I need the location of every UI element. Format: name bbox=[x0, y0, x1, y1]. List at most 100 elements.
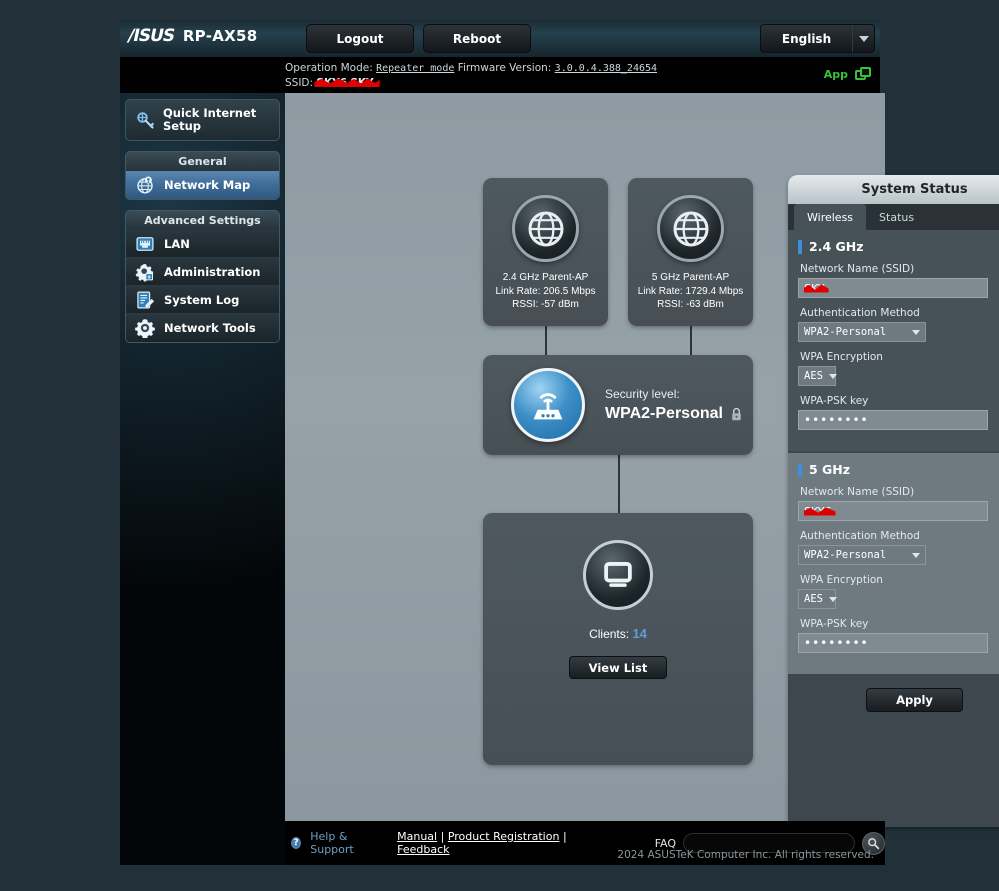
operation-mode-value[interactable]: Repeater mode bbox=[376, 63, 454, 74]
logout-button[interactable]: Logout bbox=[306, 24, 414, 53]
node-clients[interactable]: Clients: 14 View List bbox=[483, 513, 753, 765]
sidebar-item-label: Network Map bbox=[164, 178, 250, 192]
enc-5-label: WPA Encryption bbox=[800, 574, 999, 586]
separator: | bbox=[563, 830, 567, 843]
chevron-down-icon bbox=[829, 374, 837, 379]
security-level-value: WPA2-Personal bbox=[605, 405, 723, 423]
wire-ap5-router bbox=[690, 326, 692, 356]
sidebar-group-advanced-label: Advanced Settings bbox=[125, 210, 280, 230]
sidebar-item-label: Network Tools bbox=[164, 321, 256, 335]
sidebar-item-label: Administration bbox=[164, 265, 261, 279]
system-log-icon bbox=[135, 290, 155, 310]
auth-method-24-select[interactable]: WPA2-Personal bbox=[798, 322, 926, 342]
band-block-24ghz: 2.4 GHz Network Name (SSID) SKY Authenti… bbox=[788, 230, 999, 451]
lock-icon bbox=[730, 407, 743, 422]
sidebar-item-network-tools[interactable]: Network Tools bbox=[126, 314, 279, 342]
quick-setup-label: Quick Internet Setup bbox=[163, 107, 279, 133]
ssid-24-input[interactable]: SKY bbox=[798, 278, 988, 298]
clients-label: Clients: bbox=[589, 627, 629, 641]
sidebar-item-label: System Log bbox=[164, 293, 239, 307]
reboot-button[interactable]: Reboot bbox=[423, 24, 531, 53]
wpa-psk-24-value: •••••••• bbox=[804, 413, 869, 427]
router-security-info: Security level: WPA2-Personal bbox=[605, 387, 743, 423]
client-icon-wrap bbox=[583, 540, 653, 610]
ssid-24-value: SKY bbox=[804, 282, 825, 295]
apply-button[interactable]: Apply bbox=[866, 688, 963, 712]
manual-link[interactable]: Manual bbox=[397, 830, 437, 843]
sidebar-item-quick-internet-setup[interactable]: Quick Internet Setup bbox=[125, 99, 280, 141]
tab-wireless[interactable]: Wireless bbox=[794, 204, 866, 230]
lan-icon bbox=[135, 234, 155, 254]
globe-icon-wrap bbox=[657, 195, 724, 262]
operation-mode-label: Operation Mode: bbox=[285, 62, 373, 74]
sidebar-item-administration[interactable]: Administration bbox=[126, 258, 279, 286]
ap5-rssi: RSSI: -63 dBm bbox=[638, 298, 744, 312]
wpa-psk-5-value: •••••••• bbox=[804, 636, 869, 650]
app-shortcut[interactable]: App bbox=[824, 67, 872, 82]
sidebar-group-general: General Network Map bbox=[125, 151, 280, 200]
band-block-5ghz: 5 GHz Network Name (SSID) SKY6 Authentic… bbox=[788, 453, 999, 674]
wpa-psk-5-input[interactable]: •••••••• bbox=[798, 633, 988, 653]
band-accent-bar bbox=[798, 240, 802, 254]
language-select[interactable]: English bbox=[760, 24, 875, 53]
search-icon bbox=[867, 837, 880, 850]
chevron-down-icon bbox=[829, 597, 837, 602]
feedback-link[interactable]: Feedback bbox=[397, 843, 449, 856]
content-body: Quick Internet Setup General bbox=[120, 93, 880, 865]
wpa-psk-24-input[interactable]: •••••••• bbox=[798, 410, 988, 430]
firmware-version-value[interactable]: 3.0.0.4.388_24654 bbox=[555, 63, 657, 74]
monitor-icon bbox=[599, 556, 637, 594]
band-24ghz-name: 2.4 GHz bbox=[809, 239, 864, 254]
system-status-body: 2.4 GHz Network Name (SSID) SKY Authenti… bbox=[788, 230, 999, 712]
security-level-label: Security level: bbox=[605, 387, 743, 401]
system-status-title: System Status bbox=[788, 175, 999, 204]
auth-method-5-select[interactable]: WPA2-Personal bbox=[798, 545, 926, 565]
sidebar-group-general-label: General bbox=[125, 151, 280, 171]
sidebar-item-system-log[interactable]: System Log bbox=[126, 286, 279, 314]
tab-status[interactable]: Status bbox=[866, 204, 927, 230]
ssid-label: SSID: bbox=[285, 77, 313, 89]
ap5-title: 5 GHz Parent-AP bbox=[638, 271, 744, 285]
copyright-text: 2024 ASUSTeK Computer Inc. All rights re… bbox=[617, 849, 874, 861]
auth-method-5-value: WPA2-Personal bbox=[804, 549, 886, 561]
band-accent-bar bbox=[798, 463, 802, 477]
psk-5-label: WPA-PSK key bbox=[800, 618, 999, 630]
auth-5-label: Authentication Method bbox=[800, 530, 999, 542]
ssid-5-label: Network Name (SSID) bbox=[800, 486, 999, 498]
node-router[interactable]: Security level: WPA2-Personal bbox=[483, 355, 753, 455]
ap5-link-rate: Link Rate: 1729.4 Mbps bbox=[638, 285, 744, 299]
wire-router-clients bbox=[618, 455, 620, 513]
sidebar-item-network-map[interactable]: Network Map bbox=[126, 171, 279, 199]
auth-method-24-value: WPA2-Personal bbox=[804, 326, 886, 338]
globe-icon-wrap bbox=[512, 195, 579, 262]
help-support-label: Help & Support bbox=[310, 830, 382, 856]
node-parent-ap-24ghz[interactable]: 2.4 GHz Parent-AP Link Rate: 206.5 Mbps … bbox=[483, 178, 608, 326]
wpa-encryption-5-select[interactable]: AES bbox=[798, 589, 836, 609]
separator: | bbox=[441, 830, 445, 843]
globe-icon bbox=[526, 209, 566, 249]
sidebar-item-lan[interactable]: LAN bbox=[126, 230, 279, 258]
firmware-label: Firmware Version: bbox=[458, 62, 552, 74]
info-strip: Operation Mode: Repeater mode Firmware V… bbox=[120, 58, 880, 93]
sidebar-group-advanced: Advanced Settings LAN bbox=[125, 210, 280, 343]
ap24-rssi: RSSI: -57 dBm bbox=[495, 298, 595, 312]
quick-setup-icon bbox=[135, 110, 155, 130]
wpa-encryption-24-select[interactable]: AES bbox=[798, 366, 836, 386]
brand-area: /ISUS RP-AX58 bbox=[128, 27, 257, 45]
router-icon-wrap bbox=[511, 368, 585, 442]
view-list-button[interactable]: View List bbox=[569, 656, 667, 679]
chevron-down-icon bbox=[852, 25, 874, 52]
ap24-link-rate: Link Rate: 206.5 Mbps bbox=[495, 285, 595, 299]
band-24ghz-header: 2.4 GHz bbox=[798, 239, 999, 254]
product-registration-link[interactable]: Product Registration bbox=[448, 830, 560, 843]
ssid-5-value: SKY6 bbox=[804, 505, 832, 518]
footer-links: Manual | Product Registration | Feedback bbox=[397, 830, 590, 856]
faq-label: FAQ bbox=[655, 837, 676, 850]
node-parent-ap-5ghz[interactable]: 5 GHz Parent-AP Link Rate: 1729.4 Mbps R… bbox=[628, 178, 753, 326]
enc-24-label: WPA Encryption bbox=[800, 351, 999, 363]
network-map-icon bbox=[135, 175, 155, 195]
system-status-tabs: Wireless Status bbox=[788, 204, 999, 230]
psk-24-label: WPA-PSK key bbox=[800, 395, 999, 407]
ssid-5-input[interactable]: SKY6 bbox=[798, 501, 988, 521]
chevron-down-icon bbox=[912, 330, 920, 335]
